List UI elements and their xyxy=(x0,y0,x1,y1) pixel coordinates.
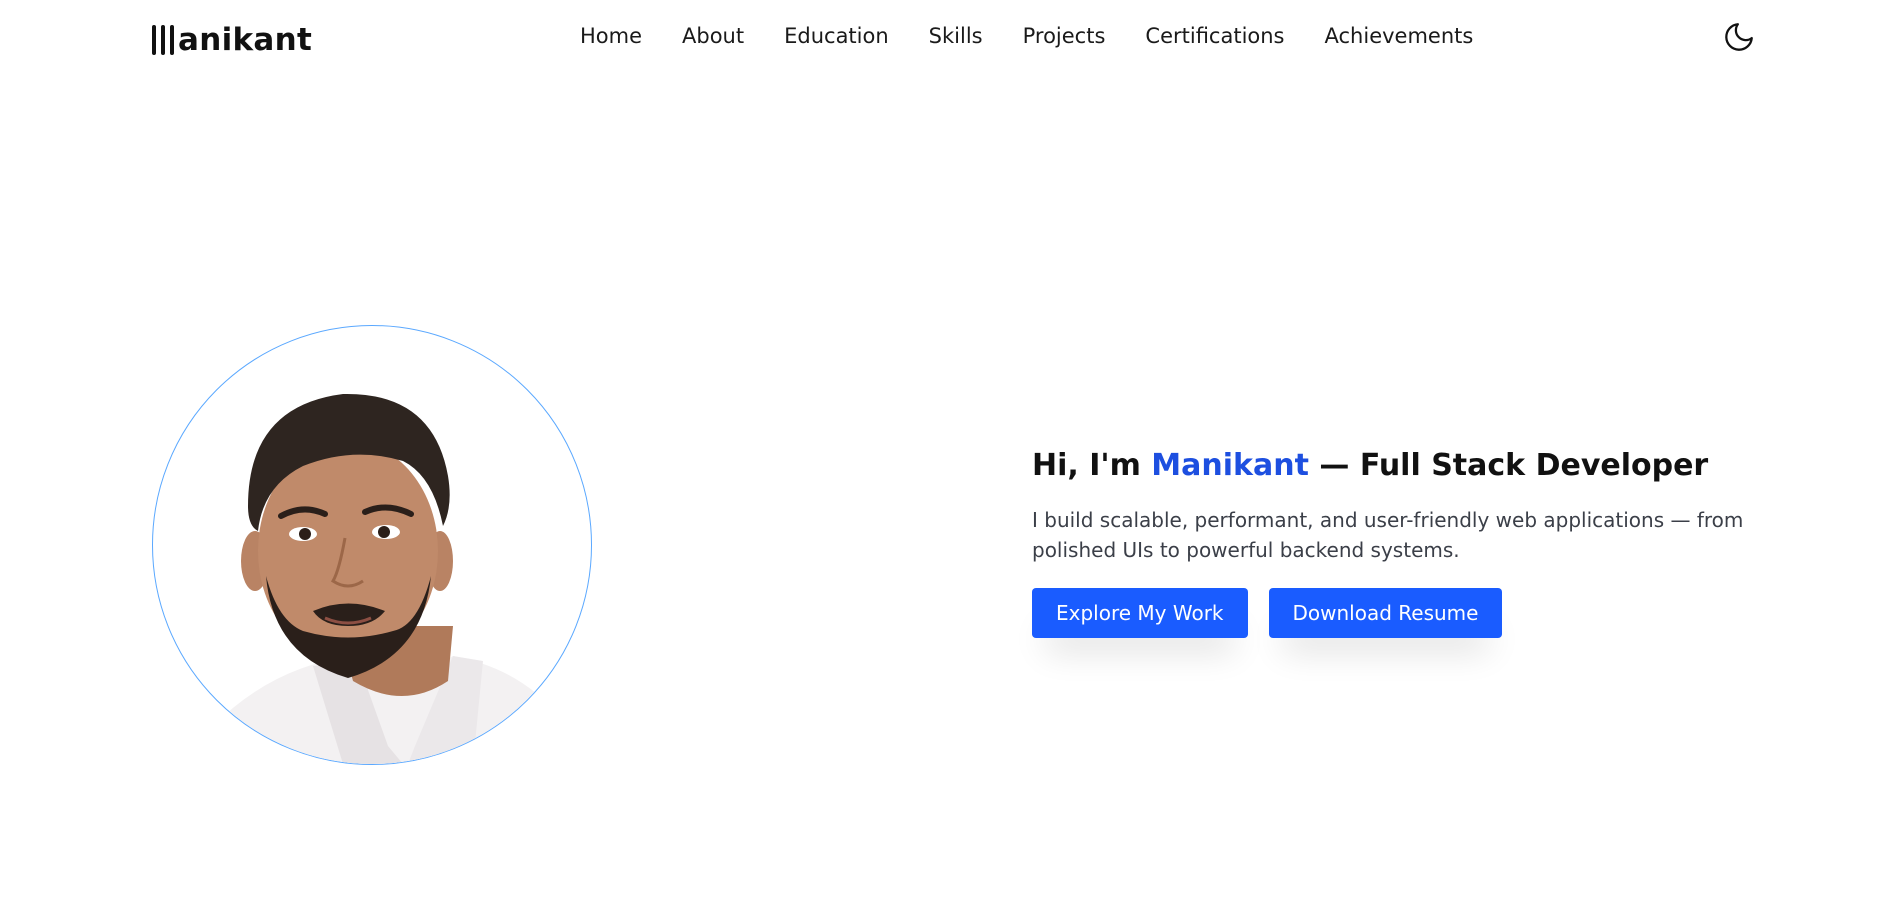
profile-photo xyxy=(152,325,592,765)
explore-my-work-button[interactable]: Explore My Work xyxy=(1032,588,1248,638)
portfolio-page: anikant Home About Education Skills Proj… xyxy=(0,0,1897,901)
hero-description: I build scalable, performant, and user-f… xyxy=(1032,508,1744,562)
hero-intro: Hi, I'm Manikant — Full Stack Developer … xyxy=(1032,448,1792,638)
hero-actions: Explore My Work Download Resume xyxy=(1032,588,1792,638)
site-logo[interactable]: anikant xyxy=(152,22,312,58)
logo-text: anikant xyxy=(178,22,313,58)
nav-link-projects[interactable]: Projects xyxy=(1023,24,1106,48)
nav-link-about[interactable]: About xyxy=(682,24,744,48)
nav-link-home[interactable]: Home xyxy=(580,24,642,48)
theme-toggle-button[interactable] xyxy=(1722,20,1756,54)
nav-link-skills[interactable]: Skills xyxy=(929,24,983,48)
nav-link-achievements[interactable]: Achievements xyxy=(1325,24,1474,48)
nav-link-education[interactable]: Education xyxy=(784,24,889,48)
hero-name: Manikant xyxy=(1151,448,1309,483)
navbar: anikant Home About Education Skills Proj… xyxy=(0,0,1897,80)
hero-role: — Full Stack Developer xyxy=(1308,448,1709,483)
nav-link-certifications[interactable]: Certifications xyxy=(1145,24,1284,48)
main-nav: Home About Education Skills Projects Cer… xyxy=(580,24,1473,48)
moon-icon xyxy=(1725,23,1753,51)
download-resume-button[interactable]: Download Resume xyxy=(1268,588,1503,638)
hero-heading: Hi, I'm Manikant — Full Stack Developer xyxy=(1032,448,1792,483)
logo-m-bars-icon xyxy=(152,25,174,55)
profile-photo-illustration xyxy=(193,393,573,764)
hero-greeting: Hi, I'm xyxy=(1032,448,1152,483)
